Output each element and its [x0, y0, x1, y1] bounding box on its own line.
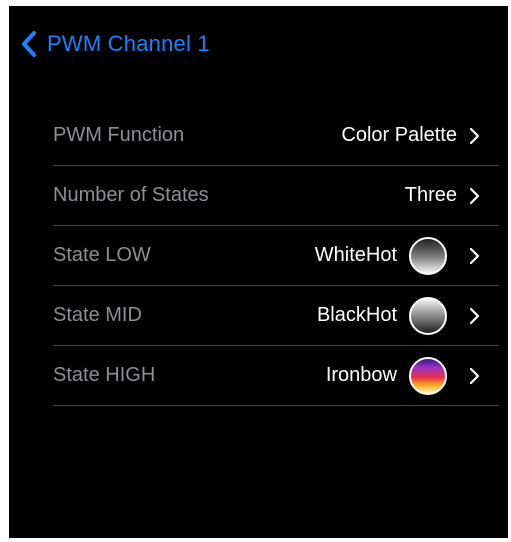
blackhot-swatch: [409, 296, 447, 335]
settings-list: PWM Function Color Palette Number of Sta…: [53, 106, 499, 406]
navigation-bar: PWM Channel 1: [9, 6, 508, 78]
row-state-mid[interactable]: State MID BlackHot: [53, 286, 499, 346]
row-label: PWM Function: [53, 124, 185, 146]
chevron-right-icon: [469, 187, 481, 205]
chevron-left-icon: [19, 30, 39, 58]
row-label: State MID: [53, 304, 142, 326]
row-label: State HIGH: [53, 364, 156, 386]
chevron-right-icon: [469, 247, 481, 265]
row-value: WhiteHot: [314, 244, 397, 266]
row-value: Color Palette: [341, 124, 457, 146]
chevron-right-icon: [469, 307, 481, 325]
row-state-high[interactable]: State HIGH Ironbow: [53, 346, 499, 406]
screen: PWM Channel 1 PWM Function Color Palette…: [9, 6, 508, 538]
row-pwm-function[interactable]: PWM Function Color Palette: [53, 106, 499, 166]
row-value: Three: [404, 184, 457, 206]
ironbow-swatch: [409, 356, 447, 395]
row-label: Number of States: [53, 184, 209, 206]
row-label: State LOW: [53, 244, 151, 266]
row-value: BlackHot: [316, 304, 397, 326]
back-label: PWM Channel 1: [47, 31, 210, 56]
whitehot-swatch: [409, 236, 447, 275]
row-value: Ironbow: [325, 364, 397, 386]
row-number-of-states[interactable]: Number of States Three: [53, 166, 499, 226]
chevron-right-icon: [469, 127, 481, 145]
back-button[interactable]: PWM Channel 1: [19, 24, 210, 64]
chevron-right-icon: [469, 367, 481, 385]
row-state-low[interactable]: State LOW WhiteHot: [53, 226, 499, 286]
